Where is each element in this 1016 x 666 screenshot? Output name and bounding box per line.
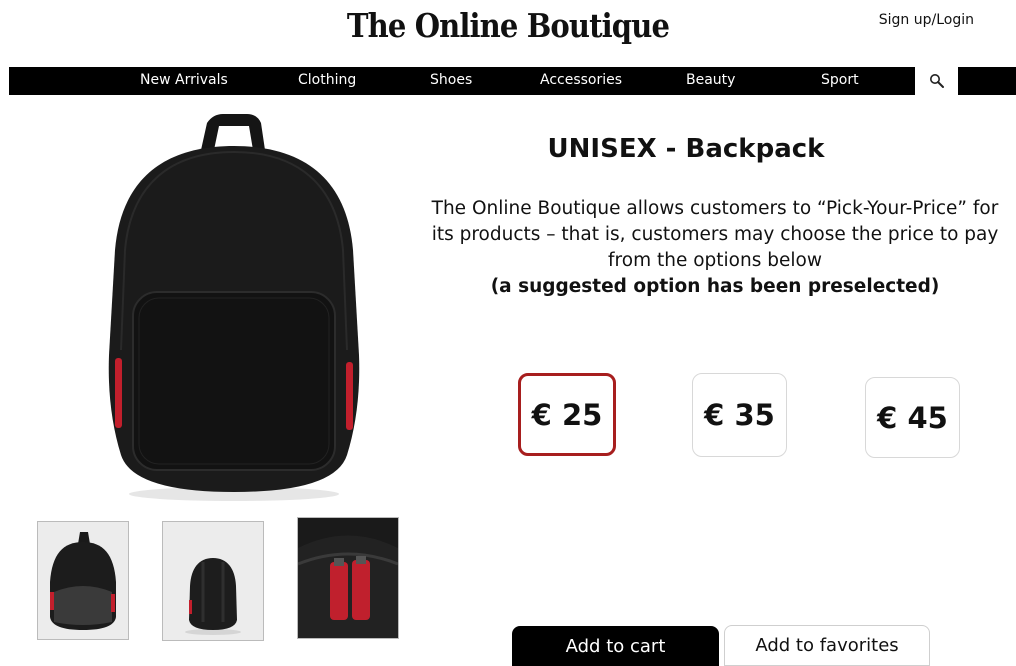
thumbnail-1-image xyxy=(50,532,116,630)
product-description: The Online Boutique allows customers to … xyxy=(420,196,1010,300)
product-title: UNISEX - Backpack xyxy=(547,134,825,164)
nav-item-sport[interactable]: Sport xyxy=(821,72,859,88)
search-icon xyxy=(929,74,944,88)
search-button[interactable] xyxy=(915,67,958,95)
thumbnail-1[interactable] xyxy=(37,521,129,640)
nav-item-clothing[interactable]: Clothing xyxy=(298,72,356,88)
price-option-35[interactable]: € 35 xyxy=(692,373,787,457)
nav-item-new-arrivals[interactable]: New Arrivals xyxy=(140,72,228,88)
thumbnail-2[interactable] xyxy=(162,521,264,641)
nav-item-shoes[interactable]: Shoes xyxy=(430,72,472,88)
thumbnail-3[interactable] xyxy=(297,517,399,639)
thumbnail-3-image xyxy=(298,518,398,638)
brand-logo[interactable]: The Online Boutique xyxy=(61,6,955,45)
price-option-45[interactable]: € 45 xyxy=(865,377,960,458)
preselected-note: (a suggested option has been preselected… xyxy=(490,276,940,297)
add-to-favorites-button[interactable]: Add to favorites xyxy=(724,625,930,666)
nav-item-beauty[interactable]: Beauty xyxy=(686,72,735,88)
main-nav: New Arrivals Clothing Shoes Accessories … xyxy=(9,67,1016,95)
product-main-image xyxy=(108,114,360,501)
thumbnail-2-image xyxy=(185,558,241,635)
price-option-25[interactable]: € 25 xyxy=(518,373,616,456)
pick-your-price-text: The Online Boutique allows customers to … xyxy=(431,198,999,271)
add-to-cart-button[interactable]: Add to cart xyxy=(512,626,719,666)
nav-item-accessories[interactable]: Accessories xyxy=(540,72,622,88)
login-link[interactable]: Sign up/Login xyxy=(879,12,974,28)
